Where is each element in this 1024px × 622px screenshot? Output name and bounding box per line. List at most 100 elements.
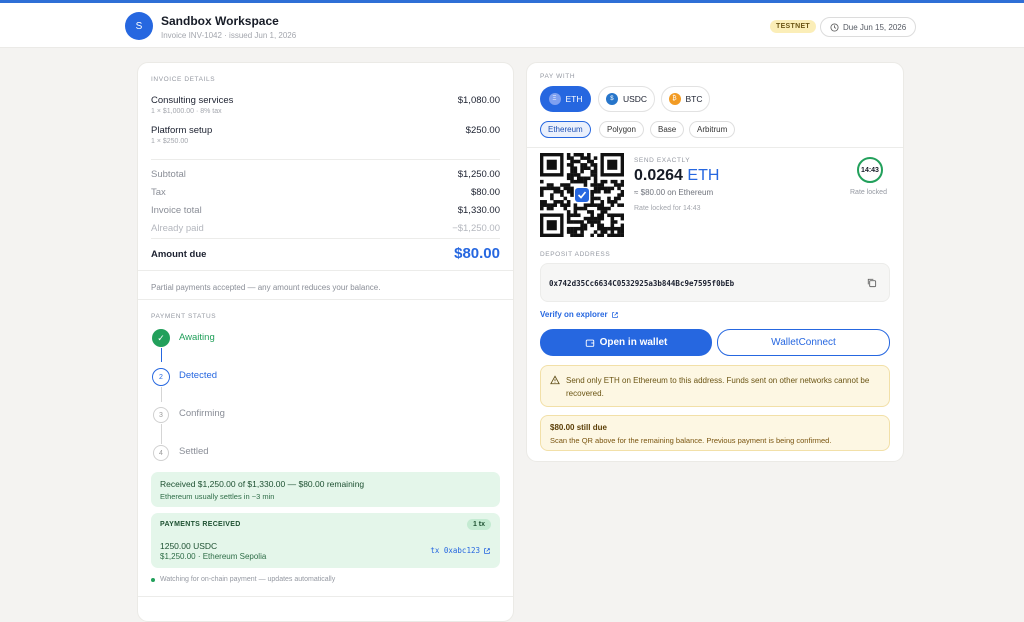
partial-payment-note: Partial payments accepted — any amount r… bbox=[151, 283, 381, 292]
step-awaiting-label: Awaiting bbox=[179, 332, 215, 343]
step-connector bbox=[161, 387, 162, 402]
open-in-wallet-button[interactable]: Open in wallet bbox=[540, 329, 712, 356]
walletconnect-label: WalletConnect bbox=[771, 337, 836, 348]
deposit-address[interactable]: 0x742d35Cc6634C0532925a3b844Bc9e7595f0bE… bbox=[549, 279, 734, 288]
subtotal-value: $1,250.00 bbox=[457, 169, 500, 180]
usdc-coin-icon: $ bbox=[605, 93, 618, 105]
eth-coin-icon: Ξ bbox=[548, 93, 561, 105]
invoice-details-label: INVOICE DETAILS bbox=[151, 76, 216, 83]
invoice-total-value: $1,330.00 bbox=[457, 205, 500, 216]
subtotal-label: Subtotal bbox=[151, 169, 186, 180]
wallet-icon bbox=[585, 339, 594, 347]
divider bbox=[138, 270, 513, 271]
tax-value: $80.00 bbox=[470, 187, 500, 198]
step-settled-label: Settled bbox=[179, 446, 209, 457]
line-item-amount: $250.00 bbox=[465, 125, 500, 136]
step-confirming-indicator: 3 bbox=[153, 407, 169, 423]
line-item-detail: 1 × $250.00 bbox=[151, 138, 189, 145]
due-date-label: Due Jun 15, 2026 bbox=[843, 22, 907, 32]
currency-usdc-button[interactable]: $ USDC bbox=[598, 86, 655, 112]
line-item-amount: $1,080.00 bbox=[457, 95, 500, 106]
verify-link-label: Verify on explorer bbox=[540, 310, 608, 319]
step-awaiting-check-icon: ✓ bbox=[152, 329, 170, 347]
step-connector bbox=[161, 348, 162, 362]
divider bbox=[151, 159, 500, 160]
step-connector bbox=[161, 424, 162, 444]
divider bbox=[138, 299, 513, 300]
external-link-icon bbox=[611, 311, 618, 318]
rate-note: Rate locked for 14:43 bbox=[634, 205, 701, 212]
already-paid-label: Already paid bbox=[151, 223, 204, 234]
qr-code bbox=[540, 153, 624, 237]
payments-received-label: PAYMENTS RECEIVED bbox=[160, 521, 241, 528]
currency-label: USDC bbox=[622, 94, 648, 104]
invoice-meta: Invoice INV-1042 · issued Jun 1, 2026 bbox=[161, 31, 297, 40]
received-line: Received $1,250.00 of $1,330.00 — $80.00… bbox=[160, 479, 365, 489]
tax-label: Tax bbox=[151, 187, 166, 198]
tx-link[interactable]: tx 0xabc123 bbox=[430, 546, 491, 555]
payment-card: PAY WITH Ξ ETH $ USDC ₿ BTC Ethereum Pol… bbox=[526, 62, 904, 462]
payment-amount: 1250.00 USDC bbox=[160, 541, 218, 551]
step-detected-indicator: 2 bbox=[152, 368, 170, 386]
network-arbitrum-tab[interactable]: Arbitrum bbox=[689, 121, 736, 138]
warning-icon bbox=[550, 375, 560, 385]
payments-count-badge: 1 tx bbox=[466, 519, 491, 530]
remaining-due-text: Scan the QR above for the remaining bala… bbox=[550, 436, 832, 445]
workspace-name: Sandbox Workspace bbox=[161, 14, 279, 28]
step-detected-label: Detected bbox=[179, 370, 218, 381]
received-summary: Received $1,250.00 of $1,330.00 — $80.00… bbox=[151, 472, 500, 507]
testnet-badge: TESTNET bbox=[770, 20, 816, 33]
watching-note: Watching for on-chain payment — updates … bbox=[160, 576, 336, 583]
verify-explorer-link[interactable]: Verify on explorer bbox=[540, 310, 619, 319]
amount-due-label: Amount due bbox=[151, 249, 207, 260]
external-link-icon bbox=[484, 547, 490, 554]
amount-due-value: $80.00 bbox=[454, 245, 500, 262]
remaining-due-title: $80.00 still due bbox=[550, 423, 607, 432]
settle-note: Ethereum usually settles in ~3 min bbox=[160, 492, 275, 501]
pay-with-label: PAY WITH bbox=[540, 73, 576, 80]
step-settled-indicator: 4 bbox=[153, 445, 169, 461]
app-header: S Sandbox Workspace Invoice INV-1042 · i… bbox=[0, 3, 1024, 48]
send-amount: 0.0264 bbox=[634, 167, 683, 184]
line-item-name: Platform setup bbox=[151, 125, 213, 136]
network-base-tab[interactable]: Base bbox=[650, 121, 685, 138]
btc-coin-icon: ₿ bbox=[668, 93, 681, 105]
rate-locked-label: Rate locked bbox=[850, 189, 887, 196]
network-polygon-tab[interactable]: Polygon bbox=[599, 121, 644, 138]
already-paid-value: −$1,250.00 bbox=[452, 223, 500, 234]
deposit-address-label: DEPOSIT ADDRESS bbox=[540, 251, 611, 258]
warning-text: Send only ETH on Ethereum to this addres… bbox=[566, 376, 870, 398]
send-unit: ETH bbox=[687, 167, 720, 184]
payment-detail: $1,250.00 · Ethereum Sepolia bbox=[160, 552, 267, 561]
send-fiat: ≈ $80.00 on Ethereum bbox=[634, 188, 714, 197]
walletconnect-button[interactable]: WalletConnect bbox=[717, 329, 890, 356]
payment-status-label: PAYMENT STATUS bbox=[151, 313, 217, 320]
tx-hash: tx 0xabc123 bbox=[430, 546, 480, 555]
copy-icon[interactable] bbox=[866, 277, 877, 288]
network-warning: Send only ETH on Ethereum to this addres… bbox=[540, 365, 890, 407]
currency-label: ETH bbox=[565, 94, 583, 104]
watching-status: Watching for on-chain payment — updates … bbox=[151, 576, 335, 583]
step-confirming-label: Confirming bbox=[179, 408, 225, 419]
clock-icon bbox=[830, 22, 839, 32]
remaining-due-notice: $80.00 still due Scan the QR above for t… bbox=[540, 415, 890, 451]
line-item-name: Consulting services bbox=[151, 95, 234, 106]
due-date-chip: Due Jun 15, 2026 bbox=[820, 17, 917, 37]
send-amount-row: 0.0264 ETH bbox=[634, 167, 719, 185]
live-dot-icon bbox=[151, 577, 155, 582]
open-in-wallet-label: Open in wallet bbox=[599, 337, 668, 348]
invoice-total-label: Invoice total bbox=[151, 205, 202, 216]
divider bbox=[138, 596, 513, 597]
currency-eth-button[interactable]: Ξ ETH bbox=[540, 86, 591, 112]
line-item-detail: 1 × $1,000.00 · 8% tax bbox=[151, 108, 222, 115]
currency-btc-button[interactable]: ₿ BTC bbox=[661, 86, 710, 112]
divider bbox=[527, 147, 903, 148]
rate-lock-timer: 14:43 bbox=[857, 157, 883, 183]
currency-label: BTC bbox=[685, 94, 703, 104]
deposit-address-box: 0x742d35Cc6634C0532925a3b844Bc9e7595f0bE… bbox=[540, 263, 890, 302]
network-ethereum-tab[interactable]: Ethereum bbox=[540, 121, 591, 138]
payments-received-panel: PAYMENTS RECEIVED 1 tx 1250.00 USDC $1,2… bbox=[151, 513, 500, 568]
divider bbox=[151, 238, 500, 239]
workspace-avatar: S bbox=[125, 12, 153, 40]
send-exactly-label: SEND EXACTLY bbox=[634, 157, 691, 164]
